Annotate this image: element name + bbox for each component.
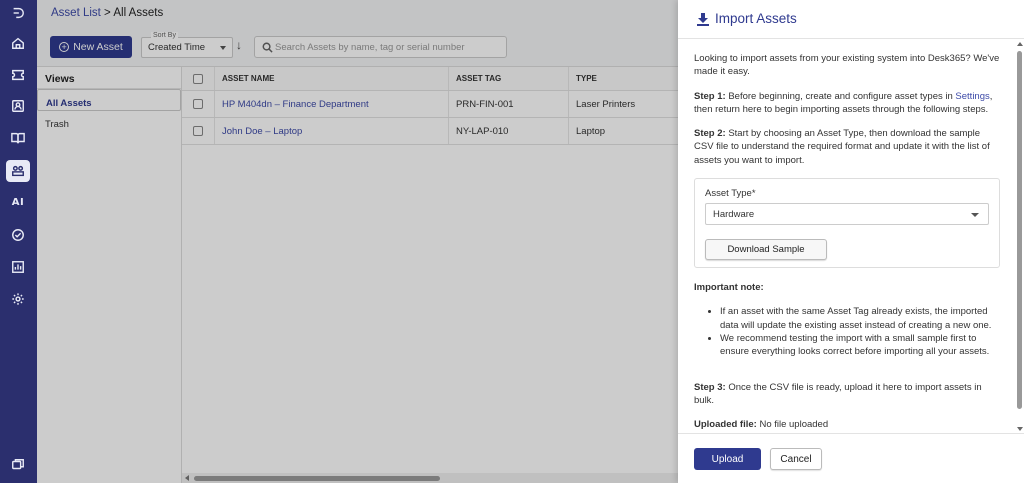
- uploaded-file: Uploaded file: No file uploaded: [694, 418, 1000, 431]
- tasks-icon[interactable]: [6, 224, 30, 246]
- drawer-header: Import Assets: [678, 0, 1024, 39]
- home-icon[interactable]: [6, 32, 30, 54]
- scroll-up-icon[interactable]: [1017, 42, 1023, 46]
- step-1-text: Before beginning, create and configure a…: [725, 90, 956, 102]
- drawer-title: Import Assets: [715, 11, 797, 26]
- contacts-icon[interactable]: [6, 95, 30, 117]
- logo-icon[interactable]: [6, 2, 30, 24]
- drawer-scrollbar[interactable]: [1016, 40, 1024, 433]
- step-3-text: Once the CSV file is ready, upload it he…: [694, 381, 982, 406]
- step-3: Step 3: Once the CSV file is ready, uplo…: [694, 381, 1000, 408]
- ai-icon[interactable]: AI: [6, 191, 30, 213]
- step-2-label: Step 2:: [694, 128, 726, 140]
- important-note-label: Important note:: [694, 281, 1000, 294]
- reports-icon[interactable]: [6, 256, 30, 278]
- step-1: Step 1: Before beginning, create and con…: [694, 90, 1000, 117]
- upload-button[interactable]: Upload: [694, 448, 761, 470]
- chat-icon[interactable]: [6, 454, 30, 476]
- asset-type-label: Asset Type*: [705, 188, 756, 200]
- uploaded-file-value: No file uploaded: [756, 419, 829, 431]
- important-note-title: Important note:: [694, 282, 764, 294]
- assets-icon[interactable]: [6, 160, 30, 182]
- knowledge-base-icon[interactable]: [6, 127, 30, 149]
- scroll-down-icon[interactable]: [1017, 427, 1023, 431]
- notes-list: If an asset with the same Asset Tag alre…: [694, 305, 1000, 358]
- tickets-icon[interactable]: [6, 64, 30, 86]
- nav-rail: AI: [0, 0, 37, 483]
- step-3-label: Step 3:: [694, 381, 726, 393]
- uploaded-file-label: Uploaded file:: [694, 419, 757, 431]
- note-item: We recommend testing the import with a s…: [720, 332, 1000, 359]
- intro-text: Looking to import assets from your exist…: [694, 53, 1000, 78]
- asset-type-value: Hardware: [713, 209, 755, 221]
- import-assets-drawer: Import Assets Looking to import assets f…: [678, 0, 1024, 483]
- download-sample-button[interactable]: Download Sample: [705, 239, 827, 261]
- drawer-body: Looking to import assets from your exist…: [694, 52, 1000, 442]
- modal-overlay[interactable]: [37, 0, 678, 483]
- note-item: If an asset with the same Asset Tag alre…: [720, 305, 1000, 332]
- settings-icon[interactable]: [6, 288, 30, 310]
- step-2-text: Start by choosing an Asset Type, then do…: [694, 128, 990, 166]
- drawer-scroll-thumb[interactable]: [1017, 51, 1022, 409]
- chevron-down-icon: [971, 213, 979, 218]
- asset-type-card: Asset Type* Hardware Download Sample: [694, 178, 1000, 269]
- settings-link[interactable]: Settings: [955, 91, 989, 102]
- step-1-label: Step 1:: [694, 90, 726, 102]
- drawer-footer: Upload Cancel: [678, 433, 1024, 483]
- step-2: Step 2: Start by choosing an Asset Type,…: [694, 127, 1000, 167]
- asset-type-select[interactable]: Hardware: [705, 203, 989, 226]
- cancel-button[interactable]: Cancel: [770, 448, 822, 470]
- download-icon: [696, 12, 710, 26]
